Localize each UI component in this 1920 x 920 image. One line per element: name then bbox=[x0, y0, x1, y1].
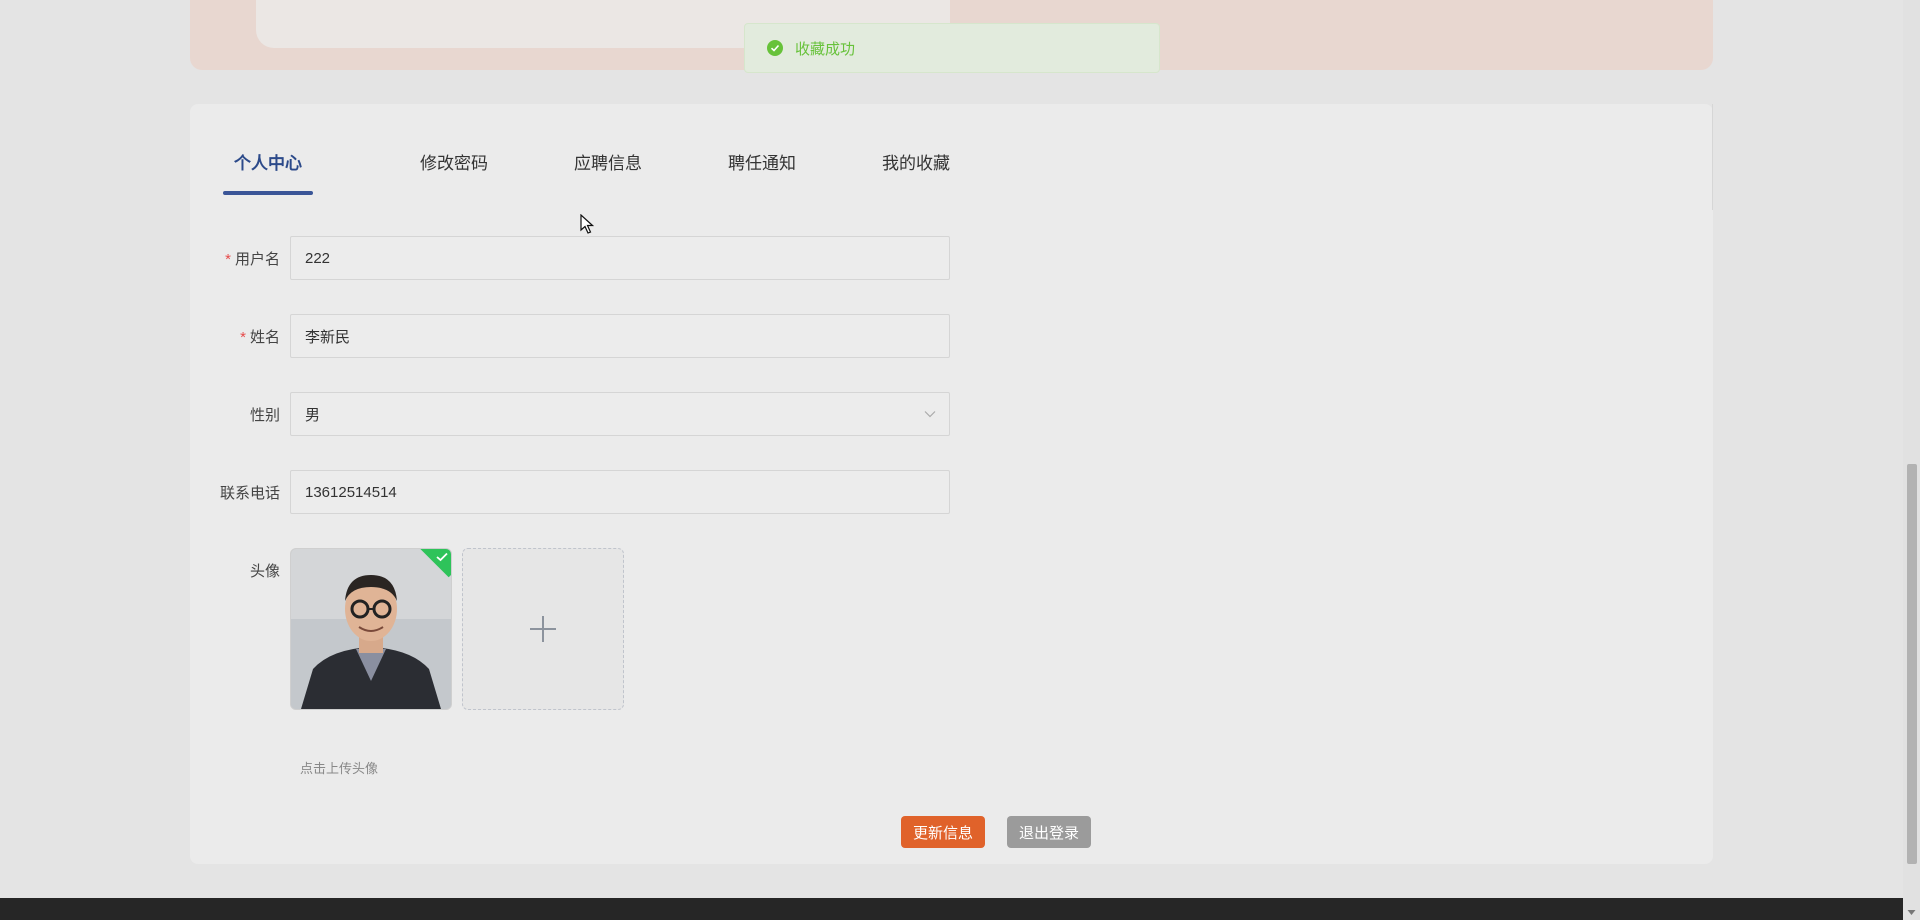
mouse-cursor-icon bbox=[580, 214, 594, 234]
tab-my-favorites[interactable]: 我的收藏 bbox=[839, 139, 993, 195]
tab-bar: 个人中心 修改密码 应聘信息 聘任通知 我的收藏 bbox=[223, 139, 993, 195]
username-label: * 用户名 bbox=[225, 250, 280, 268]
phone-label: 联系电话 bbox=[219, 484, 280, 502]
profile-card: 个人中心 修改密码 应聘信息 聘任通知 我的收藏 * 用户名 222 * 姓名 李新… bbox=[190, 104, 1713, 864]
success-toast: 收藏成功 bbox=[744, 23, 1160, 73]
tab-application-info[interactable]: 应聘信息 bbox=[531, 139, 685, 195]
vertical-scrollbar[interactable] bbox=[1903, 0, 1920, 920]
avatar-image[interactable] bbox=[290, 548, 452, 710]
chevron-down-icon bbox=[924, 411, 936, 418]
card-divider bbox=[1712, 104, 1713, 210]
update-info-button[interactable]: 更新信息 bbox=[901, 816, 985, 848]
check-icon bbox=[436, 552, 448, 562]
required-mark: * bbox=[225, 250, 231, 268]
avatar-upload-hint: 点击上传头像 bbox=[300, 761, 379, 776]
username-row: * 用户名 222 bbox=[190, 236, 950, 280]
scroll-down-arrow-icon[interactable] bbox=[1907, 909, 1916, 916]
phone-row: 联系电话 13612514514 bbox=[190, 470, 950, 514]
phone-field[interactable]: 13612514514 bbox=[290, 470, 950, 514]
username-field[interactable]: 222 bbox=[290, 236, 950, 280]
name-field[interactable]: 李新民 bbox=[290, 314, 950, 358]
logout-button[interactable]: 退出登录 bbox=[1007, 816, 1091, 848]
plus-icon bbox=[530, 616, 556, 642]
gender-row: 性别 男 bbox=[190, 392, 950, 436]
gender-value: 男 bbox=[305, 406, 321, 424]
tab-appointment-notice[interactable]: 聘任通知 bbox=[685, 139, 839, 195]
gender-label: 性别 bbox=[249, 406, 280, 424]
required-mark: * bbox=[240, 328, 246, 346]
avatar-label: 头像 bbox=[249, 563, 280, 580]
footer-bar bbox=[0, 898, 1903, 920]
gender-select[interactable]: 男 bbox=[290, 392, 950, 436]
toast-message: 收藏成功 bbox=[795, 40, 856, 58]
tab-change-password[interactable]: 修改密码 bbox=[377, 139, 531, 195]
success-check-icon bbox=[767, 40, 783, 56]
avatar-photo bbox=[291, 549, 451, 709]
scrollbar-thumb[interactable] bbox=[1907, 464, 1917, 864]
tab-personal-center[interactable]: 个人中心 bbox=[223, 139, 313, 195]
avatar-row: 头像 bbox=[190, 548, 624, 710]
name-row: * 姓名 李新民 bbox=[190, 314, 950, 358]
name-label: * 姓名 bbox=[240, 328, 280, 346]
avatar-upload-button[interactable] bbox=[462, 548, 624, 710]
